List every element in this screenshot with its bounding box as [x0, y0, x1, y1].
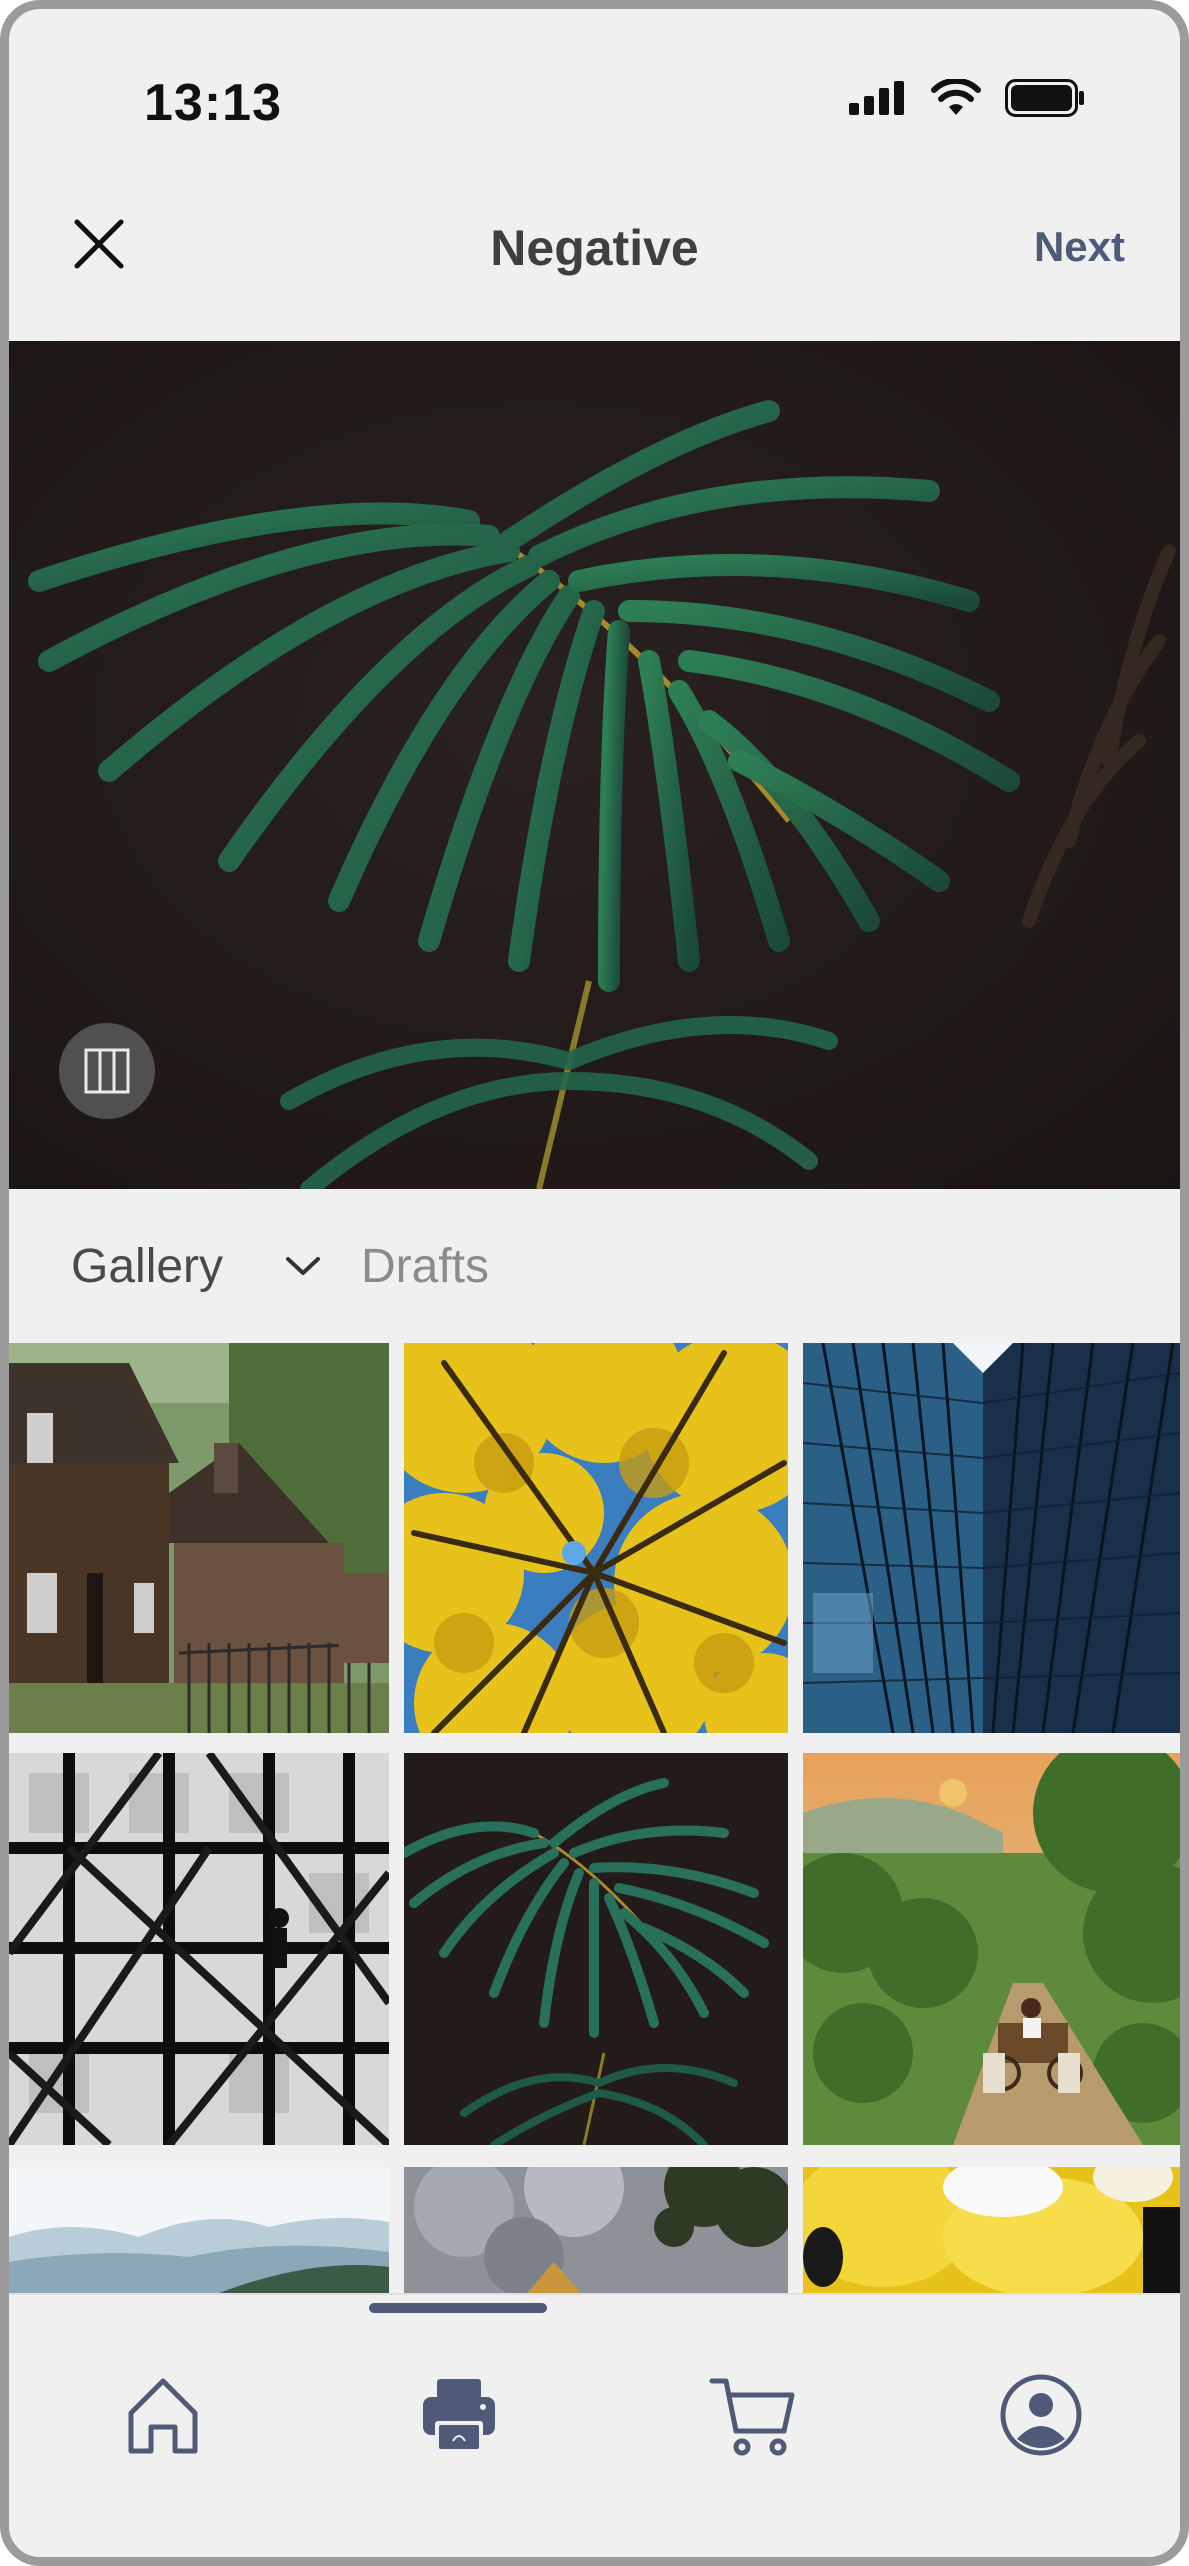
profile-icon	[1000, 2374, 1082, 2456]
tab-print[interactable]	[409, 2365, 509, 2465]
aspect-ratio-icon	[84, 1048, 130, 1094]
aspect-ratio-button[interactable]	[59, 1023, 155, 1119]
thumbnail-wooden-houses[interactable]	[9, 1343, 389, 1733]
home-icon	[128, 2378, 198, 2454]
thumbnail-storm-clouds[interactable]	[404, 2167, 788, 2293]
thumbnail-skyscraper[interactable]	[803, 1343, 1180, 1733]
home-indicator	[369, 2303, 547, 2313]
cellular-signal-icon	[849, 81, 904, 115]
photo-grid	[9, 1343, 1180, 2293]
printer-icon	[423, 2379, 495, 2451]
thumbnail-bullock-cart[interactable]	[803, 1753, 1180, 2145]
thumbnail-yellow-flower[interactable]	[803, 2167, 1180, 2293]
thumbnail-misty-mountains[interactable]	[9, 2167, 389, 2293]
chevron-down-icon[interactable]	[284, 1251, 322, 1281]
tab-home[interactable]	[113, 2365, 213, 2465]
status-time: 13:13	[144, 74, 282, 132]
source-selector: Gallery Drafts	[9, 1189, 1180, 1339]
gallery-dropdown-label[interactable]: Gallery	[71, 1239, 223, 1294]
thumbnail-staircases[interactable]	[9, 1753, 389, 2145]
thumbnail-yellow-trees[interactable]	[404, 1343, 788, 1733]
wifi-icon	[931, 79, 981, 115]
tab-profile[interactable]	[991, 2365, 1091, 2465]
status-bar: 13:13	[9, 9, 1180, 179]
nav-header: Negative Next	[9, 179, 1180, 339]
page-title: Negative	[490, 220, 699, 276]
bottom-tab-bar	[9, 2293, 1180, 2557]
thumbnail-palm-frond[interactable]	[404, 1753, 788, 2145]
battery-icon	[1005, 79, 1084, 117]
preview-image	[9, 341, 1180, 1189]
image-preview[interactable]	[9, 341, 1180, 1189]
drafts-tab[interactable]: Drafts	[361, 1239, 489, 1294]
next-button[interactable]: Next	[1034, 223, 1125, 271]
phone-frame: 13:13 Negative Next Gallery Drafts	[0, 0, 1189, 2566]
tab-cart[interactable]	[703, 2365, 803, 2465]
cart-icon	[709, 2378, 795, 2456]
status-icons	[849, 79, 1085, 117]
